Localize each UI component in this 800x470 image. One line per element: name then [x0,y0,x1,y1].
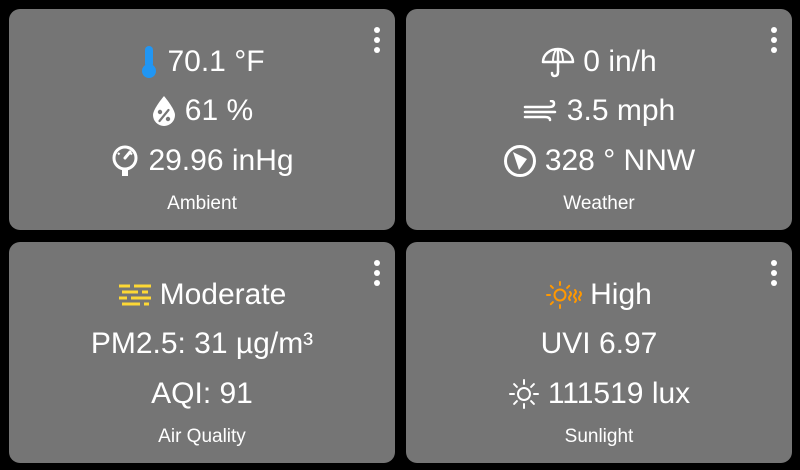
menu-dot [771,260,777,266]
card-title: Air Quality [158,426,246,447]
pm25-value: PM2.5: 31 µg/m³ [90,327,314,360]
wind-direction-row: 328 ° NNW [406,139,792,183]
sun-icon [508,378,540,410]
temperature-row: 70.1 °F [9,40,395,84]
illuminance-value: 111519 lux [547,377,691,410]
water-percent-icon [151,95,177,127]
haze-icon [118,283,152,307]
uv-level-row: High [406,273,792,317]
thermometer-icon [139,45,159,79]
wind-icon [523,100,559,122]
wind-speed-row: 3.5 mph [406,89,792,133]
uv-level-value: High [590,278,652,311]
compass-icon [503,144,537,178]
sunlight-card[interactable]: High UVI 6.97 111519 lux Sunlight [406,242,792,463]
menu-dot [374,260,380,266]
rain-rate-value: 0 in/h [583,45,657,78]
card-title: Weather [563,193,635,214]
gauge-icon [110,145,140,177]
temperature-value: 70.1 °F [167,45,265,78]
card-title: Ambient [167,193,237,214]
wind-direction-value: 328 ° NNW [544,144,696,177]
humidity-value: 61 % [184,94,254,127]
illuminance-row: 111519 lux [406,372,792,416]
humidity-row: 61 % [9,89,395,133]
wind-speed-value: 3.5 mph [566,94,676,127]
pressure-row: 29.96 inHg [9,139,395,183]
uvi-value: UVI 6.97 [540,327,658,360]
aqi-value: AQI: 91 [151,377,253,410]
ambient-card[interactable]: 70.1 °F 61 % 29.96 inHg Ambient [9,9,395,230]
aqi-row: AQI: 91 [9,372,395,416]
rain-rate-row: 0 in/h [406,40,792,84]
card-title: Sunlight [564,426,634,447]
pressure-value: 29.96 inHg [148,144,294,177]
uvi-row: UVI 6.97 [406,322,792,366]
menu-dot [771,27,777,33]
air-quality-level-value: Moderate [159,278,287,311]
pm25-row: PM2.5: 31 µg/m³ [9,322,395,366]
hot-sun-icon [546,280,583,310]
umbrella-icon [541,46,575,78]
weather-card[interactable]: 0 in/h 3.5 mph 328 ° NNW Weather [406,9,792,230]
air-quality-card[interactable]: Moderate PM2.5: 31 µg/m³ AQI: 91 Air Qua… [9,242,395,463]
air-quality-level-row: Moderate [9,273,395,317]
menu-dot [374,27,380,33]
